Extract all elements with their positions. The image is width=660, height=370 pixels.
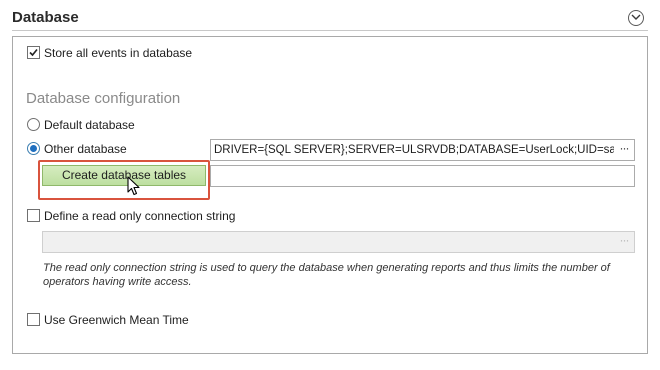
read-only-connection-field[interactable]: ··· (42, 231, 635, 253)
connection-string-value: DRIVER={SQL SERVER};SERVER=ULSRVDB;DATAB… (214, 144, 614, 156)
default-database-label: Default database (44, 118, 135, 132)
default-database-radio[interactable] (27, 118, 40, 131)
title-divider (12, 30, 648, 31)
database-configuration-heading: Database configuration (26, 90, 181, 107)
store-events-checkbox[interactable] (27, 46, 40, 59)
highlight-annotation (38, 160, 210, 200)
connection-string-field[interactable]: DRIVER={SQL SERVER};SERVER=ULSRVDB;DATAB… (210, 139, 635, 161)
checkmark-icon (29, 48, 38, 57)
read-only-connection-note: The read only connection string is used … (43, 262, 610, 288)
gmt-label: Use Greenwich Mean Time (44, 313, 189, 327)
other-database-label: Other database (44, 142, 127, 156)
read-only-connection-browse-button[interactable]: ··· (616, 234, 632, 250)
radio-selected-dot (30, 145, 37, 152)
read-only-connection-checkbox[interactable] (27, 209, 40, 222)
connection-string-browse-button[interactable]: ··· (616, 142, 632, 158)
chevron-down-icon (631, 14, 641, 20)
other-database-radio[interactable] (27, 142, 40, 155)
create-tables-status-field[interactable] (210, 165, 635, 187)
section-title: Database (12, 9, 79, 26)
gmt-checkbox[interactable] (27, 313, 40, 326)
collapse-section-button[interactable] (628, 10, 644, 26)
mouse-pointer-icon (127, 176, 140, 196)
read-only-connection-label: Define a read only connection string (44, 209, 236, 223)
store-events-label: Store all events in database (44, 46, 193, 60)
